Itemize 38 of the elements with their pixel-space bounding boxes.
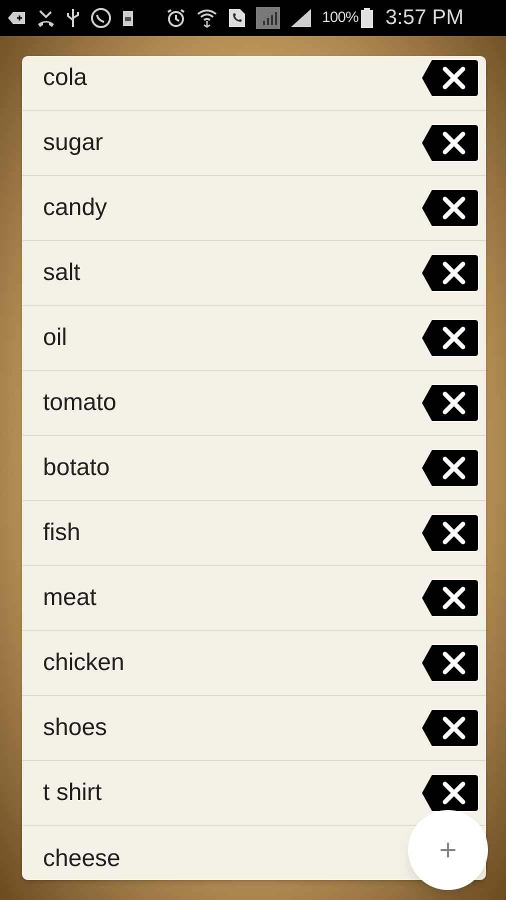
item-label: sugar xyxy=(43,128,104,158)
signal-icon xyxy=(256,7,280,29)
item-label: cheese xyxy=(43,844,120,874)
sd-card-icon xyxy=(122,9,134,27)
item-label: fish xyxy=(43,518,80,548)
delete-button[interactable] xyxy=(422,775,478,811)
item-label: shoes xyxy=(43,713,108,743)
item-label: t shirt xyxy=(43,778,102,808)
delete-button[interactable] xyxy=(422,580,478,616)
delete-button[interactable] xyxy=(422,320,478,356)
clock-time: 3:57 PM xyxy=(385,5,464,32)
delete-button[interactable] xyxy=(422,125,478,161)
phone-icon xyxy=(228,8,246,28)
delete-button[interactable] xyxy=(422,190,478,226)
item-label: candy xyxy=(43,193,108,223)
missed-call-icon xyxy=(36,8,56,28)
delete-button[interactable] xyxy=(422,255,478,291)
item-label: tomato xyxy=(43,388,116,418)
item-label: oil xyxy=(43,323,68,353)
item-label: chicken xyxy=(43,648,124,678)
battery-icon xyxy=(361,8,374,28)
delete-button[interactable] xyxy=(422,60,478,96)
item-label: salt xyxy=(43,258,80,288)
item-label: cola xyxy=(43,63,88,93)
signal-icon xyxy=(290,8,312,28)
wifi-icon xyxy=(196,8,218,28)
delete-button[interactable] xyxy=(422,710,478,746)
notification-icon xyxy=(8,11,26,25)
usb-icon xyxy=(66,8,80,28)
delete-button[interactable] xyxy=(422,450,478,486)
item-label: meat xyxy=(43,583,96,613)
battery-percent: 100% xyxy=(322,8,358,28)
alarm-clock-icon xyxy=(166,8,186,28)
chat-bubble-icon xyxy=(90,7,112,29)
delete-button[interactable] xyxy=(422,645,478,681)
delete-button[interactable] xyxy=(422,515,478,551)
delete-button[interactable] xyxy=(422,385,478,421)
item-label: botato xyxy=(43,453,110,483)
